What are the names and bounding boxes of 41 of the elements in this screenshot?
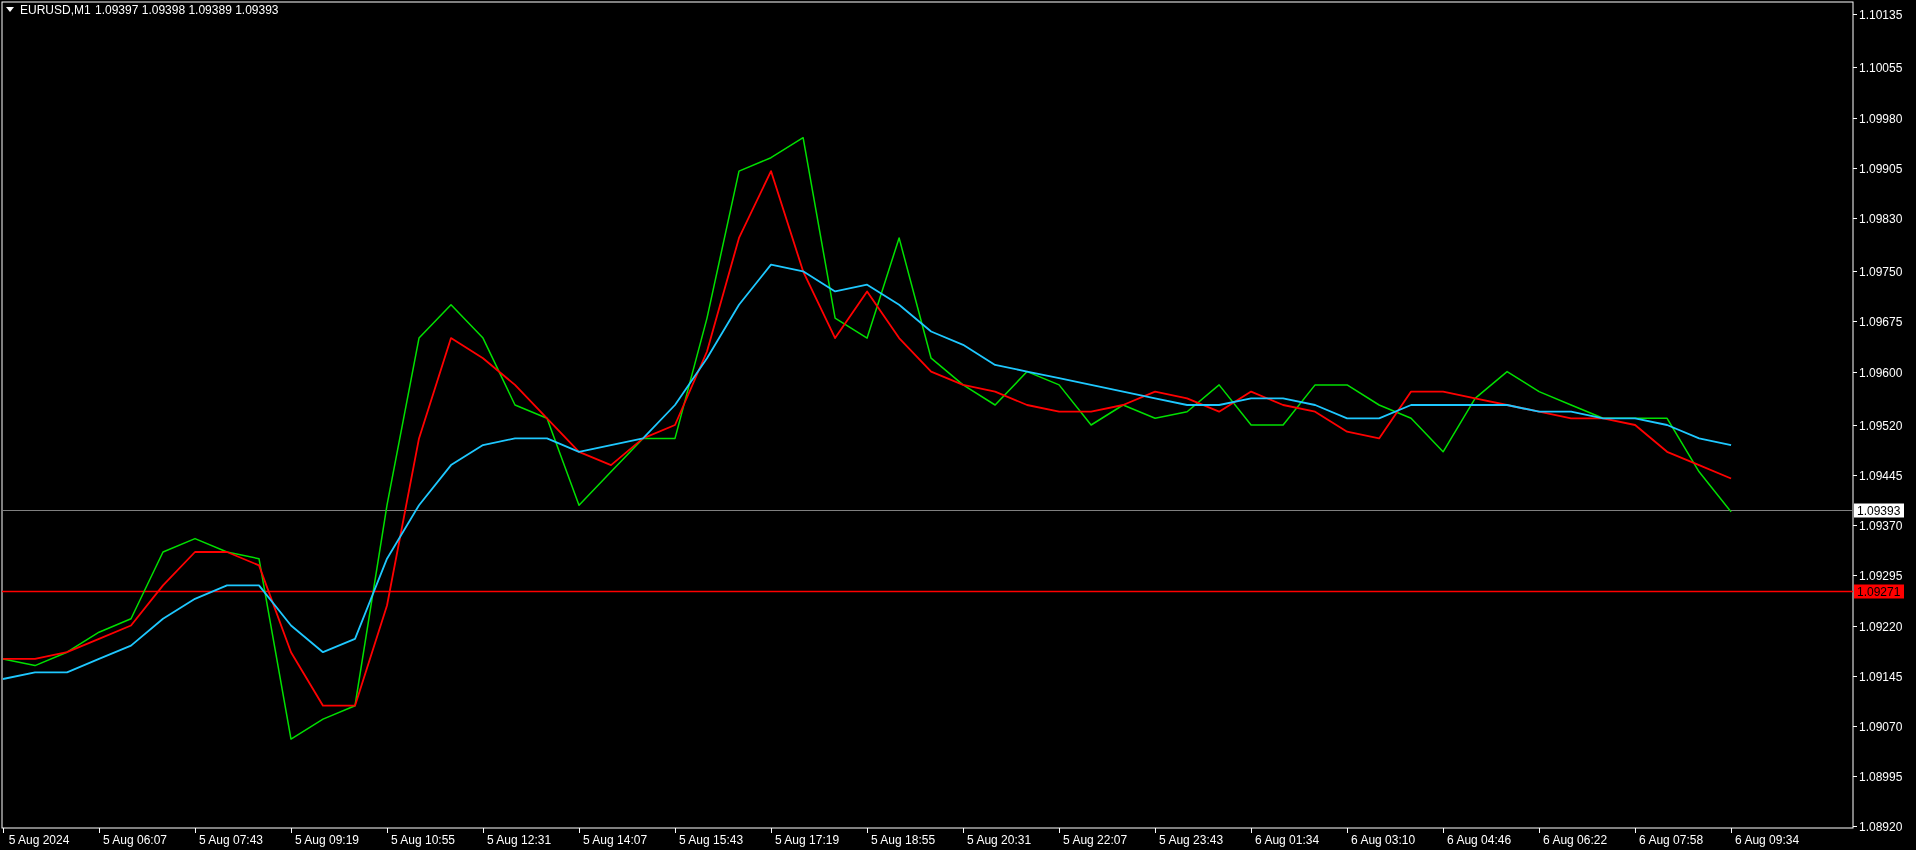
axis-label: 1.09220: [1859, 619, 1903, 634]
axis-label: 1.09370: [1859, 518, 1903, 533]
axis-label: 1.09750: [1859, 264, 1903, 279]
axis-label: 1.10055: [1859, 60, 1903, 75]
axis-label: 1.08995: [1859, 769, 1903, 784]
axis-label: 6 Aug 07:58: [1639, 833, 1704, 847]
axis-label: 6 Aug 01:34: [1255, 833, 1320, 847]
axis-label: 5 Aug 09:19: [295, 833, 360, 847]
axis-label: 5 Aug 20:31: [967, 833, 1032, 847]
axis-label: 6 Aug 09:34: [1735, 833, 1800, 847]
axis-label: 1.09145: [1859, 669, 1903, 684]
symbol-label: EURUSD,M1: [20, 3, 91, 17]
axis-label: 6 Aug 06:22: [1543, 833, 1608, 847]
axis-label: 5 Aug 10:55: [391, 833, 456, 847]
axis-label: 1.09980: [1859, 111, 1903, 126]
axis-label: 5 Aug 17:19: [775, 833, 840, 847]
axis-label: 5 Aug 22:07: [1063, 833, 1128, 847]
axis-label: 1.09675: [1859, 314, 1903, 329]
axis-label: 5 Aug 14:07: [583, 833, 648, 847]
axis-label: 5 Aug 2024: [8, 833, 70, 847]
axis-label: 1.09295: [1859, 568, 1903, 583]
ohlc-readout: 1.09397 1.09398 1.09389 1.09393: [95, 3, 279, 17]
axis-label: 5 Aug 12:31: [487, 833, 552, 847]
axis-label: 1.09070: [1859, 719, 1903, 734]
axis-label: 1.09520: [1859, 418, 1903, 433]
axis-label: 1.09445: [1859, 468, 1903, 483]
axis-label: 1.09905: [1859, 161, 1903, 176]
axis-label: 6 Aug 03:10: [1351, 833, 1416, 847]
axis-label: 1.10135: [1859, 7, 1903, 22]
price-tag: 1.09271: [1854, 584, 1904, 599]
axis-label: 5 Aug 07:43: [199, 833, 264, 847]
price-tag: 1.09393: [1854, 503, 1904, 518]
axis-label: 1.09600: [1859, 365, 1903, 380]
axis-label: 6 Aug 04:46: [1447, 833, 1512, 847]
dropdown-triangle-icon[interactable]: [6, 7, 14, 12]
axis-label: 5 Aug 15:43: [679, 833, 744, 847]
axis-label: 1.09830: [1859, 211, 1903, 226]
axis-label: 5 Aug 06:07: [103, 833, 168, 847]
axis-label: 1.08920: [1859, 819, 1903, 834]
axis-label: 5 Aug 23:43: [1159, 833, 1224, 847]
axis-label: 5 Aug 18:55: [871, 833, 936, 847]
